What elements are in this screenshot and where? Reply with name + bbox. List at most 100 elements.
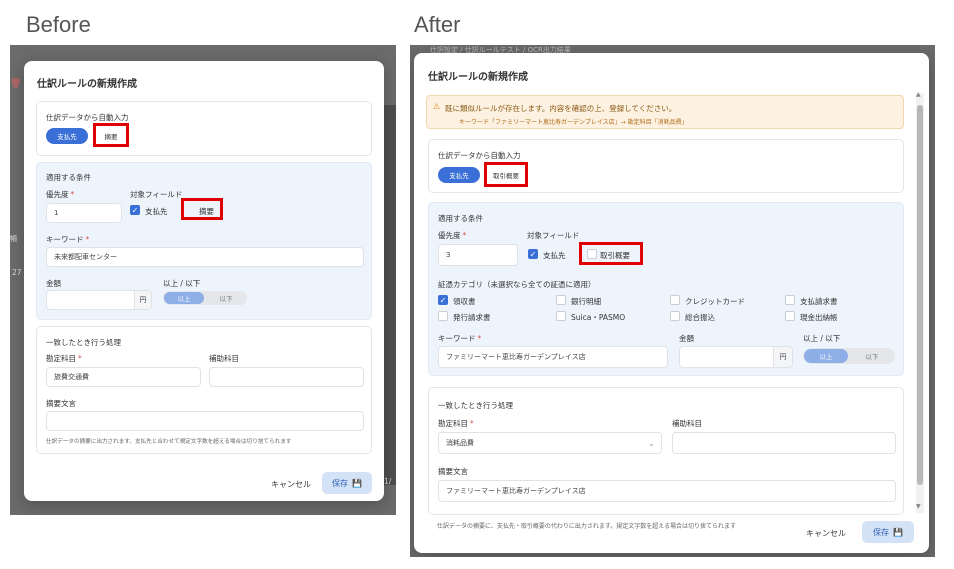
compare-label: 以上 / 以下 [163,279,201,288]
before-screenshot: 🗑 帳 27 1/ 仕訳ルールの新規作成 仕訳データから自動入力 支払先 摘要 … [10,45,396,515]
memo-label: 摘要文言 [438,467,468,476]
checkbox-category[interactable] [438,311,448,321]
chip-payee[interactable]: 支払先 [438,167,480,183]
amount-label: 金額 [46,279,61,288]
memo-label: 摘要文言 [46,399,76,408]
autofill-section: 仕訳データから自動入力 支払先 取引概要 [428,139,904,193]
save-button[interactable]: 保存 💾 [862,521,914,543]
duplicate-warning: ⚠ 既に類似ルールが存在します。内容を確認の上、登録してください。 キーワード「… [426,95,904,129]
category-label-item: 総合振込 [685,313,715,322]
highlight-box [484,162,528,187]
checkbox-category[interactable] [556,311,566,321]
memo-input[interactable] [46,411,364,431]
cancel-button[interactable]: キャンセル [271,479,311,490]
memo-input[interactable]: ファミリーマート恵比寿ガーデンプレイス店 [438,480,896,502]
checkbox-category[interactable] [670,295,680,305]
save-icon: 💾 [893,527,903,537]
action-label: 一致したとき行う処理 [46,338,121,347]
sub-account-input[interactable] [672,432,896,454]
scroll-up-icon: ▲ [916,91,921,98]
conditions-label: 適用する条件 [438,214,483,223]
keyword-input[interactable]: 未来都配車センター [46,247,364,267]
before-heading: Before [26,12,91,37]
category-label-item: 銀行明細 [571,297,601,306]
category-label: 証憑カテゴリ（未選択なら全ての証憑に適用） [438,280,596,289]
category-label-item: 発行請求書 [453,313,491,322]
category-label-item: 支払請求書 [800,297,838,306]
highlight-box [93,123,129,147]
toggle-gte[interactable]: 以上 [164,292,204,304]
save-button[interactable]: 保存 💾 [322,472,372,494]
account-select[interactable]: 旅費交通費 [46,367,201,387]
highlight-box [181,198,223,220]
toggle-lte[interactable]: 以下 [850,349,894,363]
cancel-button[interactable]: キャンセル [806,528,846,539]
amount-input[interactable] [679,346,775,368]
save-button-label: 保存 [873,527,890,537]
keyword-label: キーワード * [46,235,90,244]
checkbox-payee[interactable]: ✓ [130,205,140,215]
warning-message: 既に類似ルールが存在します。内容を確認の上、登録してください。 [445,104,677,113]
yen-unit: 円 [134,290,152,310]
modal-title: 仕訳ルールの新規作成 [37,79,137,90]
compare-label: 以上 / 以下 [803,334,841,343]
after-heading: After [414,12,461,37]
chip-payee[interactable]: 支払先 [46,128,88,144]
priority-label: 優先度 * [46,190,75,199]
target-field-label: 対象フィールド [130,190,183,199]
action-section: 一致したとき行う処理 勘定科目 * 旅費交通費 補助科目 摘要文言 仕訳データの摘… [36,326,372,454]
warning-icon: ⚠ [433,102,441,111]
background-text: 1/ [384,477,392,486]
checkbox-category[interactable] [785,295,795,305]
background-text: 27 [12,268,22,277]
account-select[interactable]: 消耗品費 ⌄ [438,432,662,454]
toggle-lte[interactable]: 以下 [206,292,246,304]
priority-input[interactable]: 1 [46,203,122,223]
warning-detail: キーワード「ファミリーマート恵比寿ガーデンプレイス店」→ 勘定科目「消耗品費」 [459,119,688,126]
scrollbar[interactable]: ▲ ▼ [916,91,924,513]
save-button-label: 保存 [332,478,349,488]
checkbox-category[interactable]: ✓ [438,295,448,305]
conditions-label: 適用する条件 [46,173,91,182]
chevron-down-icon: ⌄ [648,438,655,448]
checkbox-category[interactable] [785,311,795,321]
after-screenshot: 仕訳設定 / 仕訳ルールテスト / OCR出力結果 仕訳ルールの新規作成 ⚠ 既… [410,45,935,557]
account-label: 勘定科目 * [438,419,474,428]
priority-label: 優先度 * [438,231,467,240]
toggle-gte[interactable]: 以上 [804,349,848,363]
memo-note: 仕訳データの摘要に出力されます。支払先と合わせて規定文字数を超える場合は切り捨て… [46,439,292,445]
autofill-section: 仕訳データから自動入力 支払先 摘要 [36,101,372,156]
rule-modal: 仕訳ルールの新規作成 仕訳データから自動入力 支払先 摘要 適用する条件 優先度… [24,61,384,501]
action-label: 一致したとき行う処理 [438,401,513,410]
account-label: 勘定科目 * [46,354,82,363]
category-label-item: 領収書 [453,297,476,306]
amount-input[interactable] [46,290,136,310]
scrollbar-thumb[interactable] [917,105,923,485]
checkbox-category[interactable] [670,311,680,321]
compare-toggle[interactable]: 以上 以下 [163,291,247,305]
category-label-item: 現金出納帳 [800,313,838,322]
rule-modal: 仕訳ルールの新規作成 ⚠ 既に類似ルールが存在します。内容を確認の上、登録してく… [414,53,929,553]
scroll-down-icon: ▼ [916,503,921,510]
highlight-box [579,242,643,265]
checkbox-payee-label: 支払先 [145,207,168,216]
keyword-input[interactable]: ファミリーマート恵比寿ガーデンプレイス店 [438,346,668,368]
sub-account-label: 補助科目 [672,419,702,428]
amount-label: 金額 [679,334,694,343]
target-field-label: 対象フィールド [527,231,580,240]
modal-title: 仕訳ルールの新規作成 [428,72,528,83]
save-icon: 💾 [352,478,362,488]
compare-toggle[interactable]: 以上 以下 [803,348,895,364]
keyword-label: キーワード * [438,334,482,343]
trash-icon: 🗑 [10,79,22,89]
autofill-label: 仕訳データから自動入力 [438,151,521,160]
conditions-section: 適用する条件 優先度 * 1 対象フィールド ✓ 支払先 摘要 キーワード * 未来… [36,162,372,320]
yen-unit: 円 [773,346,793,368]
checkbox-payee[interactable]: ✓ [528,249,538,259]
sub-account-input[interactable] [209,367,364,387]
priority-input[interactable]: 3 [438,244,518,266]
autofill-label: 仕訳データから自動入力 [46,113,129,122]
memo-note: 仕訳データの摘要に、支払先・取引概要の代わりに出力されます。規定文字数を超える場… [437,523,737,530]
action-section: 一致したとき行う処理 勘定科目 * 消耗品費 ⌄ 補助科目 摘要文言 ファミリーマ… [428,387,904,515]
checkbox-category[interactable] [556,295,566,305]
